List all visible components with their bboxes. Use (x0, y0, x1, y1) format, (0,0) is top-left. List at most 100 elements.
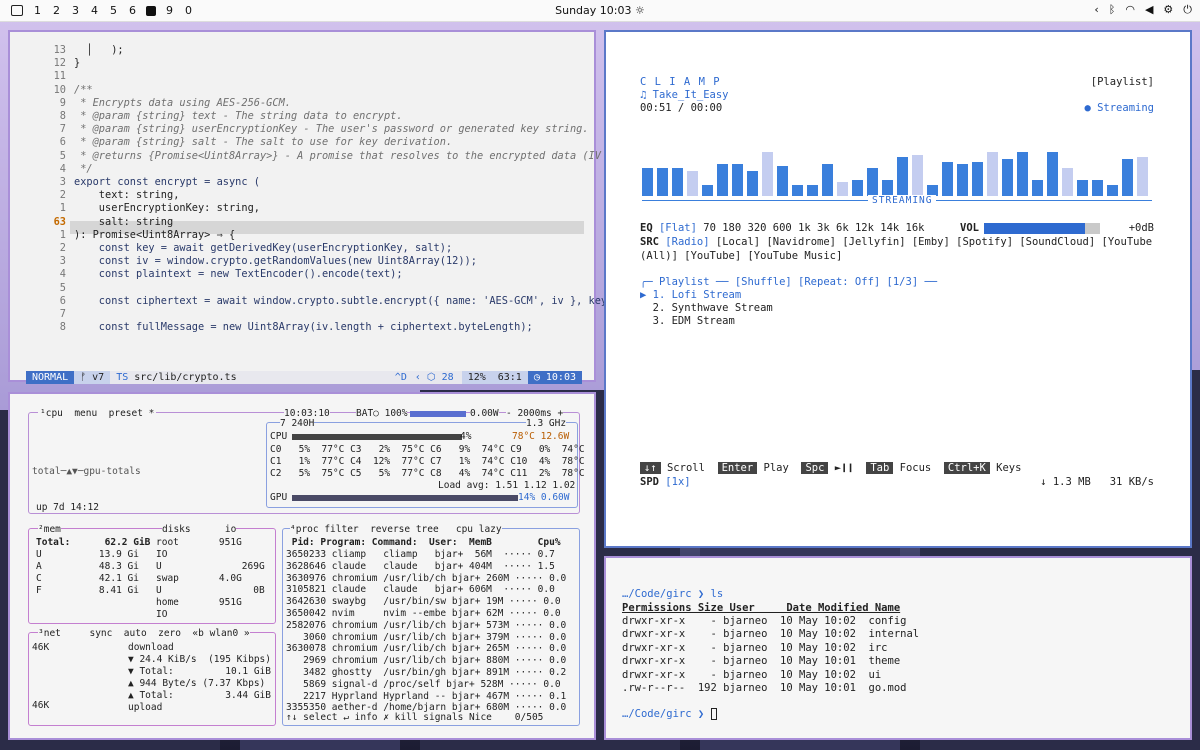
process-row[interactable]: 3628646 claude claude bjar+ 404M ····· 1… (286, 561, 566, 573)
line-number: 1 (59, 228, 66, 241)
cpu-temp: 78°C 12.6W (512, 431, 570, 442)
launcher-icon[interactable] (11, 5, 23, 16)
visualizer-bar (1032, 179, 1043, 196)
cliamp-window[interactable]: C L I A M P [Playlist] ♫ Take_It_Easy 00… (604, 30, 1192, 548)
btop-window[interactable]: ¹cpu menu preset * 10:03:10 BAT○ 100% 0.… (8, 392, 596, 740)
process-row[interactable]: 3642630 swaybg /usr/bin/sw bjar+ 19M ···… (286, 596, 566, 608)
line-number: 63 (53, 215, 66, 228)
workspace-9[interactable]: 9 (160, 4, 179, 17)
workspace-3[interactable]: 3 (66, 4, 85, 17)
line-number: 3 (59, 176, 66, 188)
workspace-6[interactable]: 6 (123, 4, 142, 17)
playlist-header[interactable]: ╭─ Playlist ── [Shuffle] [Repeat: Off] [… (640, 276, 937, 288)
code-text: const ciphertext = await window.crypto.s… (74, 294, 608, 307)
process-list[interactable]: 3650233 cliamp cliamp bjar+ 56M ····· 0.… (286, 549, 566, 714)
streaming-status: ● Streaming (1084, 102, 1154, 114)
source-option[interactable]: [YouTube Music] (747, 250, 842, 262)
source-option[interactable]: [SoundCloud] (1019, 236, 1101, 248)
process-row[interactable]: 3650233 cliamp cliamp bjar+ 56M ····· 0.… (286, 549, 566, 561)
eq-bands[interactable]: 70 180 320 600 1k 3k 6k 12k 14k 16k (703, 222, 924, 234)
disk-row: IO (156, 609, 168, 620)
source-option[interactable]: [Jellyfin] (842, 236, 912, 248)
visualizer-bar (972, 161, 983, 196)
source-option[interactable]: [Navidrome] (766, 236, 842, 248)
workspace-4[interactable]: 4 (85, 4, 104, 17)
disks-header[interactable]: disks io (162, 524, 237, 535)
ls-row: drwxr-xr-x - bjarneo 10 May 10:01 theme (622, 655, 901, 668)
speed[interactable]: SPD [1x] (640, 476, 691, 488)
vol-label: VOL (960, 222, 979, 234)
process-row[interactable]: 2582076 chromium /usr/lib/ch bjar+ 573M … (286, 620, 566, 632)
terminal-window[interactable]: …/Code/girc ❯ ls Permissions Size User D… (604, 556, 1192, 740)
process-row[interactable]: 3482 ghostty /usr/bin/gh bjar+ 891M ····… (286, 667, 566, 679)
gpu-value: 14% 0.60W (518, 492, 570, 503)
line-number: 8 (59, 110, 66, 122)
net-header[interactable]: ³net sync auto zero «b wlan0 » (38, 628, 250, 639)
source-option[interactable]: [Emby] (912, 236, 956, 248)
cpu-panel-header[interactable]: ¹cpu menu preset * (38, 408, 157, 419)
code-text: * Encrypts data using AES-256-GCM. (74, 96, 291, 109)
volume-slider[interactable] (984, 223, 1100, 234)
editor-window[interactable]: 13 │ ); 12} 11 10/** 9 * Encrypts data using… (8, 30, 607, 384)
workspace-0[interactable]: 0 (179, 4, 198, 17)
line-number: 11 (53, 70, 66, 83)
process-row[interactable]: 3650042 nvim nvim --embe bjar+ 62M ·····… (286, 608, 566, 620)
playlist-toggle[interactable]: [Playlist] (1091, 76, 1154, 88)
keys-indicator: ^D (394, 372, 407, 383)
spectrum-visualizer (642, 150, 1152, 196)
playlist-item-1[interactable]: ▶ 1. Lofi Stream (640, 289, 741, 301)
power-icon[interactable]: ⏻ (1183, 3, 1192, 17)
visualizer-bar (1137, 156, 1148, 196)
workspace-5[interactable]: 5 (104, 4, 123, 17)
net-stats: download ▼ 24.4 KiB/s (195 Kibps) ▼ Total:… (128, 642, 271, 714)
help-label: Play (757, 462, 802, 474)
power-draw: 0.00W (470, 408, 499, 419)
visualizer-bar (1107, 184, 1118, 196)
visualizer-bar (942, 161, 953, 196)
eq-preset[interactable]: [Flat] (659, 222, 697, 234)
source-option[interactable]: [Spotify] (956, 236, 1019, 248)
cpu-pct: 4% (460, 431, 472, 442)
workspace-active-indicator[interactable] (146, 5, 156, 16)
playlist-item-2[interactable]: 2. Synthwave Stream (640, 302, 773, 314)
net-scale-top: 46K (32, 642, 50, 653)
process-row[interactable]: 2969 chromium /usr/lib/ch bjar+ 880M ···… (286, 655, 566, 667)
visualizer-bar (657, 168, 668, 196)
net-row: upload (128, 702, 163, 713)
mem-row: C 42.1 Gi (36, 573, 139, 584)
workspace-1[interactable]: 1 (28, 4, 47, 17)
source-option[interactable]: [Local] (716, 236, 767, 248)
line-number: 6 (59, 136, 66, 149)
mem-header[interactable]: ²mem (38, 524, 61, 535)
visualizer-bar (882, 179, 893, 196)
source-option[interactable]: [YouTube] (684, 250, 747, 262)
bluetooth-icon[interactable]: ᛒ (1109, 3, 1116, 17)
process-row[interactable]: 5869 signal-d /proc/self bjar+ 528M ····… (286, 679, 566, 691)
process-row[interactable]: 2217 Hyprland Hyprland -- bjar+ 467M ···… (286, 691, 566, 703)
visualizer-bar (732, 163, 743, 196)
settings-icon[interactable]: ⚙ (1163, 3, 1173, 17)
workspace-2[interactable]: 2 (47, 4, 66, 17)
line-number: 5 (59, 149, 66, 162)
chevron-left-icon[interactable]: ‹ (1094, 3, 1098, 17)
mem-row: U 13.9 Gi (36, 549, 139, 560)
visualizer-bar (717, 163, 728, 196)
prompt-current[interactable]: …/Code/girc ❯ (622, 708, 717, 720)
disk-row: U 0B (156, 585, 265, 596)
proc-footer[interactable]: ↑↓ select ↵ info ✗ kill signals Nice 0/5… (286, 712, 544, 723)
clock[interactable]: Sunday 10:03 (555, 4, 631, 17)
wifi-icon[interactable]: ◠ (1125, 3, 1135, 17)
mem-row: F 8.41 Gi (36, 585, 139, 596)
scroll-percent: 12% (461, 371, 492, 384)
visualizer-bar (702, 184, 713, 196)
source-option[interactable]: [Radio] (665, 236, 716, 248)
proc-header[interactable]: ⁴proc filter reverse tree cpu lazy (290, 524, 502, 535)
playlist-item-3[interactable]: 3. EDM Stream (640, 315, 735, 327)
process-row[interactable]: 3060 chromium /usr/lib/ch bjar+ 379M ···… (286, 632, 566, 644)
process-row[interactable]: 3630078 chromium /usr/lib/ch bjar+ 265M … (286, 643, 566, 655)
code-text: export const encrypt = async ( (74, 176, 260, 188)
code-text: const key = await getDerivedKey(userEncr… (74, 242, 453, 254)
process-row[interactable]: 3630976 chromium /usr/lib/ch bjar+ 260M … (286, 573, 566, 585)
volume-icon[interactable]: ◀ (1145, 3, 1153, 17)
process-row[interactable]: 3105821 claude claude bjar+ 606M ····· 0… (286, 584, 566, 596)
